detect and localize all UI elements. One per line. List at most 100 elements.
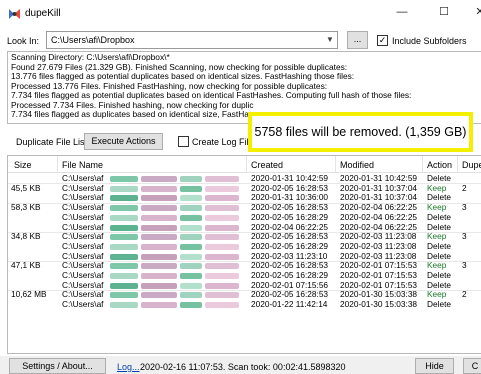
redacted-path-blur <box>141 195 177 202</box>
redacted-path-blur <box>141 214 177 221</box>
table-row[interactable]: C:\Users\af 2020-01-22 11:42:14 2020-01-30… <box>8 299 481 310</box>
group-divider <box>8 183 481 185</box>
redacted-path-blur <box>205 282 239 289</box>
redacted-path-blur <box>110 185 138 192</box>
column-header-modified[interactable]: Modified <box>340 160 374 170</box>
redacted-path-blur <box>180 195 202 202</box>
redacted-path-blur <box>205 234 239 241</box>
column-divider[interactable] <box>246 156 247 172</box>
maximize-button[interactable]: ☐ <box>436 4 452 20</box>
redacted-path-blur <box>141 273 177 279</box>
redacted-path-blur <box>205 273 239 279</box>
redacted-path-blur <box>141 205 177 212</box>
redacted-path-blur <box>110 234 138 241</box>
redacted-path-blur <box>180 214 202 221</box>
redacted-path-blur <box>141 263 177 270</box>
execute-actions-button[interactable]: Execute Actions <box>84 133 163 150</box>
cell-dupes: 3 <box>462 231 467 242</box>
lookin-label: Look In: <box>7 36 40 46</box>
minimize-button[interactable]: — <box>394 4 410 20</box>
redacted-path-blur <box>180 273 202 279</box>
cell-size: 45,5 KB <box>11 182 41 193</box>
column-divider[interactable] <box>57 156 58 172</box>
column-header-action[interactable]: Action <box>427 160 452 170</box>
redacted-path-blur <box>141 302 177 309</box>
cell-created: 2020-01-22 11:42:14 <box>251 299 328 310</box>
cell-size: 47,1 KB <box>11 260 41 271</box>
redacted-path-blur <box>141 253 177 260</box>
close-button[interactable]: ✕ <box>472 4 481 20</box>
browse-button[interactable]: ... <box>347 31 368 49</box>
duplicate-file-table[interactable]: Size File Name Created Modified Action D… <box>7 155 481 354</box>
cell-size: 10,62 MB <box>11 289 47 300</box>
scan-status-text: 2020-02-16 11:07:53. Scan took: 00:02:41… <box>140 362 346 372</box>
table-header: Size File Name Created Modified Action D… <box>8 156 481 173</box>
column-header-size[interactable]: Size <box>14 160 32 170</box>
column-divider[interactable] <box>457 156 458 172</box>
duplicate-list-label: Duplicate File List: <box>16 137 90 147</box>
column-header-dupes[interactable]: Dupe <box>462 160 481 170</box>
include-subfolders-label: Include Subfolders <box>392 36 467 46</box>
redacted-path-blur <box>110 224 138 231</box>
redacted-path-blur <box>205 263 239 270</box>
redacted-path-blur <box>141 185 177 192</box>
hide-button[interactable]: Hide <box>415 358 454 374</box>
create-log-checkbox[interactable] <box>178 136 189 147</box>
redacted-path-blur <box>180 263 202 270</box>
redacted-path-blur <box>141 224 177 231</box>
cell-dupes: 3 <box>462 202 467 213</box>
redacted-path-blur <box>180 282 202 289</box>
cell-dupes: 2 <box>462 289 467 300</box>
redacted-path-blur <box>205 253 239 260</box>
redacted-path-blur <box>180 243 202 250</box>
redacted-path-blur <box>110 282 138 289</box>
cell-modified: 2020-01-30 15:03:38 <box>340 299 418 310</box>
group-divider <box>8 260 481 262</box>
column-header-file-name[interactable]: File Name <box>62 160 103 170</box>
lookin-path-value: C:\Users\afi\Dropbox <box>51 35 135 45</box>
lookin-path-combobox[interactable]: C:\Users\afi\Dropbox ▼ <box>46 31 338 49</box>
window-title: dupeKill <box>25 8 61 19</box>
group-divider <box>8 289 481 291</box>
redacted-path-blur <box>180 253 202 260</box>
group-divider <box>8 231 481 233</box>
redacted-path-blur <box>110 273 138 279</box>
cell-file-name: C:\Users\af <box>62 299 104 310</box>
redacted-path-blur <box>205 176 239 182</box>
redacted-path-blur <box>180 292 202 299</box>
log-link[interactable]: Log... <box>117 362 140 372</box>
redacted-path-blur <box>205 185 239 192</box>
settings-about-button[interactable]: Settings / About... <box>9 358 106 374</box>
column-divider[interactable] <box>422 156 423 172</box>
cell-dupes: 3 <box>462 260 467 271</box>
redacted-path-blur <box>205 224 239 231</box>
create-log-label: Create Log Fil <box>192 137 249 147</box>
next-button[interactable]: C <box>463 358 481 374</box>
redacted-path-blur <box>180 185 202 192</box>
redacted-path-blur <box>205 292 239 299</box>
column-header-created[interactable]: Created <box>251 160 283 170</box>
redacted-path-blur <box>110 214 138 221</box>
redacted-path-blur <box>205 214 239 221</box>
redacted-path-blur <box>110 205 138 212</box>
redacted-path-blur <box>205 205 239 212</box>
redacted-path-blur <box>141 243 177 250</box>
redacted-path-blur <box>205 195 239 202</box>
redacted-path-blur <box>205 243 239 250</box>
redacted-path-blur <box>110 292 138 299</box>
redacted-path-blur <box>141 234 177 241</box>
redacted-path-blur <box>110 195 138 202</box>
redacted-path-blur <box>180 205 202 212</box>
column-divider[interactable] <box>335 156 336 172</box>
cell-size: 58,3 KB <box>11 202 41 213</box>
redacted-path-blur <box>205 302 239 309</box>
redacted-path-blur <box>110 302 138 309</box>
removal-summary-callout: 5758 files will be removed. (1,359 GB) <box>248 112 473 152</box>
cell-action: Delete <box>427 299 451 310</box>
group-divider <box>8 202 481 204</box>
chevron-down-icon[interactable]: ▼ <box>323 32 337 48</box>
include-subfolders-checkbox[interactable]: ✓ <box>377 35 388 46</box>
redacted-path-blur <box>141 282 177 289</box>
cell-size: 34,8 KB <box>11 231 41 242</box>
redacted-path-blur <box>180 224 202 231</box>
